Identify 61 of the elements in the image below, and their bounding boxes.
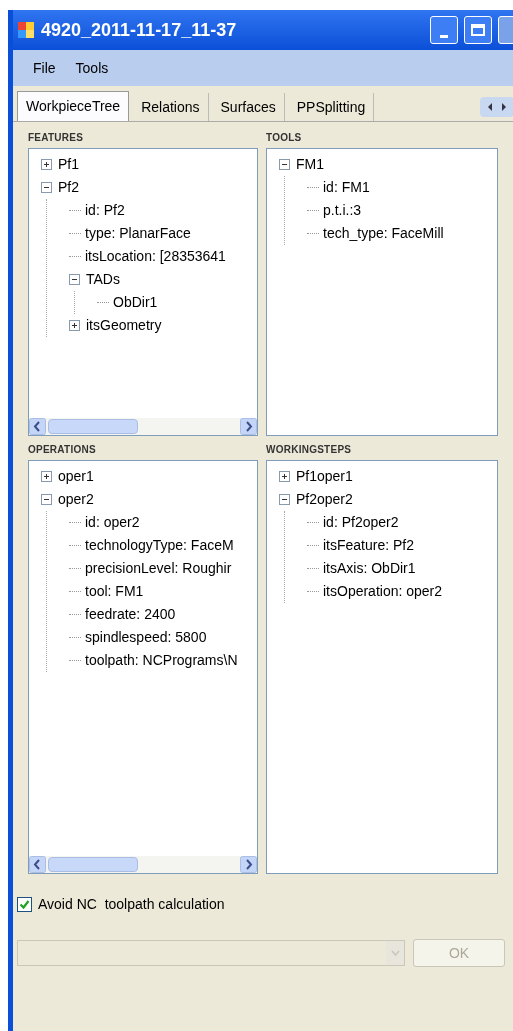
- tree-item[interactable]: itsGeometry: [86, 315, 162, 336]
- expand-icon[interactable]: [41, 471, 52, 482]
- scroll-thumb[interactable]: [48, 857, 138, 872]
- menu-item[interactable]: File: [33, 57, 56, 79]
- tree-item[interactable]: Pf2oper2: [296, 489, 353, 510]
- tree-item[interactable]: precisionLevel: Roughir: [85, 558, 232, 579]
- tree-item[interactable]: itsFeature: Pf2: [323, 535, 415, 556]
- collapse-icon[interactable]: [279, 159, 290, 170]
- tree-item[interactable]: spindlespeed: 5800: [85, 627, 207, 648]
- tree-item[interactable]: ObDir1: [113, 292, 158, 313]
- tree-item[interactable]: TADs: [86, 269, 120, 290]
- checkbox-label: Avoid NC toolpath calculation: [38, 895, 225, 914]
- tab[interactable]: Relations: [133, 93, 209, 121]
- panel-title: OPERATIONS: [28, 442, 97, 457]
- scroll-thumb[interactable]: [48, 419, 138, 434]
- window-title: 4920_2011-11-17_11-37: [41, 18, 238, 42]
- expand-icon[interactable]: [69, 320, 80, 331]
- scroll-left-icon[interactable]: [29, 418, 46, 435]
- tab-scroll-arrows-icon[interactable]: [480, 97, 513, 117]
- tree-item[interactable]: itsOperation: oper2: [323, 581, 443, 602]
- tree-item[interactable]: id: FM1: [323, 177, 370, 198]
- tree-item[interactable]: itsLocation: [28353641: [85, 246, 226, 267]
- tab[interactable]: PPSplitting: [288, 93, 375, 121]
- tree-item[interactable]: id: oper2: [85, 512, 140, 533]
- scroll-left-icon[interactable]: [29, 856, 46, 873]
- tree-item[interactable]: oper2: [58, 489, 94, 510]
- expand-icon[interactable]: [41, 159, 52, 170]
- tab[interactable]: WorkpieceTree: [17, 91, 130, 121]
- tree-item[interactable]: technologyType: FaceM: [85, 535, 234, 556]
- tree-item[interactable]: tool: FM1: [85, 581, 144, 602]
- minimize-button[interactable]: [430, 16, 458, 44]
- app-icon: [17, 21, 35, 39]
- collapse-icon[interactable]: [279, 494, 290, 505]
- tree-item[interactable]: toolpath: NCPrograms\N: [85, 650, 238, 671]
- expand-icon[interactable]: [279, 471, 290, 482]
- tree-item[interactable]: oper1: [58, 466, 94, 487]
- tree-item[interactable]: tech_type: FaceMill: [323, 223, 444, 244]
- checkbox[interactable]: [17, 897, 32, 912]
- maximize-button[interactable]: [464, 16, 492, 44]
- tree-item[interactable]: type: PlanarFace: [85, 223, 191, 244]
- panel-title: FEATURES: [28, 130, 85, 145]
- tree-item[interactable]: id: Pf2: [85, 200, 125, 221]
- tree-item[interactable]: Pf1: [58, 154, 79, 175]
- collapse-icon[interactable]: [41, 494, 52, 505]
- tree-item[interactable]: id: Pf2oper2: [323, 512, 399, 533]
- collapse-icon[interactable]: [69, 274, 80, 285]
- panel-title: TOOLS: [266, 130, 303, 145]
- panel-title: WORKINGSTEPS: [266, 442, 353, 457]
- scroll-right-icon[interactable]: [240, 856, 257, 873]
- tree-item[interactable]: feedrate: 2400: [85, 604, 176, 625]
- tab[interactable]: Surfaces: [212, 93, 285, 121]
- horizontal-scrollbar[interactable]: [29, 418, 257, 435]
- horizontal-scrollbar[interactable]: [29, 856, 257, 873]
- tree-item[interactable]: Pf1oper1: [296, 466, 353, 487]
- menu-item[interactable]: Tools: [75, 57, 109, 79]
- tree-item[interactable]: Pf2: [58, 177, 79, 198]
- tree-item[interactable]: p.t.i.:3: [323, 200, 362, 221]
- scroll-right-icon[interactable]: [240, 418, 257, 435]
- tree-item[interactable]: itsAxis: ObDir1: [323, 558, 416, 579]
- tree-item[interactable]: FM1: [296, 154, 324, 175]
- collapse-icon[interactable]: [41, 182, 52, 193]
